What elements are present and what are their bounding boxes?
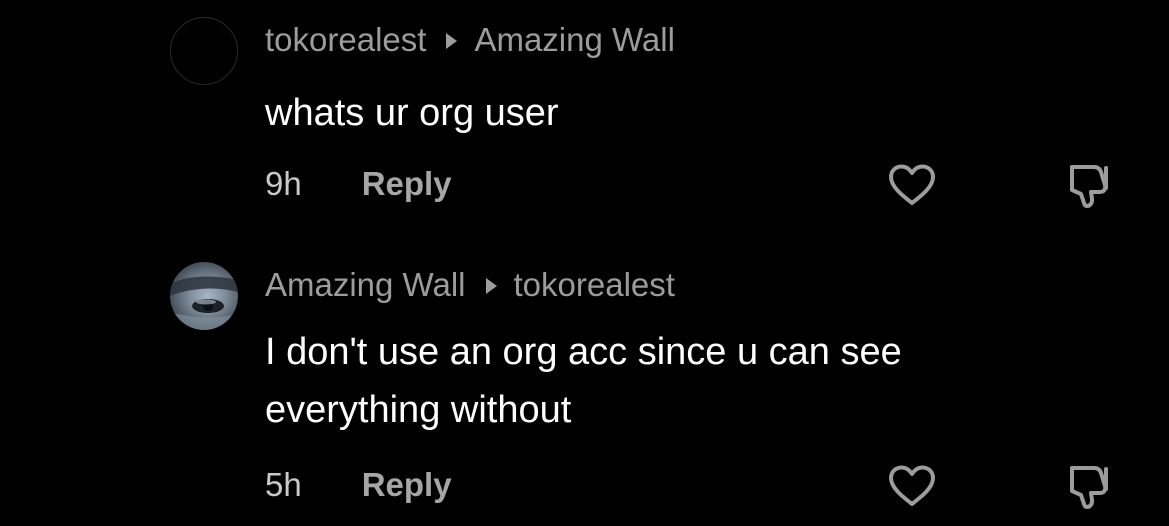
comment-text: whats ur org user [265,92,559,134]
reply-to-user[interactable]: Amazing Wall [474,21,675,59]
avatar[interactable] [170,17,238,85]
reply-button[interactable]: Reply [362,466,452,504]
comment-header: tokorealest Amazing Wall [265,20,675,60]
reply-to-user[interactable]: tokorealest [514,266,675,304]
comment-author[interactable]: tokorealest [265,21,426,59]
eye-photo-icon [170,276,238,330]
reply-button[interactable]: Reply [362,165,452,203]
caret-right-icon [446,33,458,49]
comment-item: Amazing Wall tokorealest I don't use an … [0,245,1169,526]
dislike-button[interactable] [1062,461,1116,511]
comment-timestamp: 5h [265,466,302,503]
avatar[interactable] [170,262,238,330]
comment-author[interactable]: Amazing Wall [265,266,466,304]
comment-header: Amazing Wall tokorealest [265,265,675,305]
heart-outline-icon [889,164,935,205]
comment-text: I don't use an org acc since u can see e… [265,331,902,431]
comment-meta: 5h Reply [265,466,452,504]
thumbs-down-outline-icon [1070,165,1108,208]
dislike-button[interactable] [1062,160,1116,210]
comment-timestamp: 9h [265,165,302,202]
comment-meta: 9h Reply [265,165,452,203]
thumbs-down-outline-icon [1070,466,1108,509]
like-button[interactable] [885,461,939,511]
caret-right-icon [485,278,497,294]
comment-item: tokorealest Amazing Wall whats ur org us… [0,0,1169,245]
like-button[interactable] [885,160,939,210]
heart-outline-icon [889,465,935,506]
